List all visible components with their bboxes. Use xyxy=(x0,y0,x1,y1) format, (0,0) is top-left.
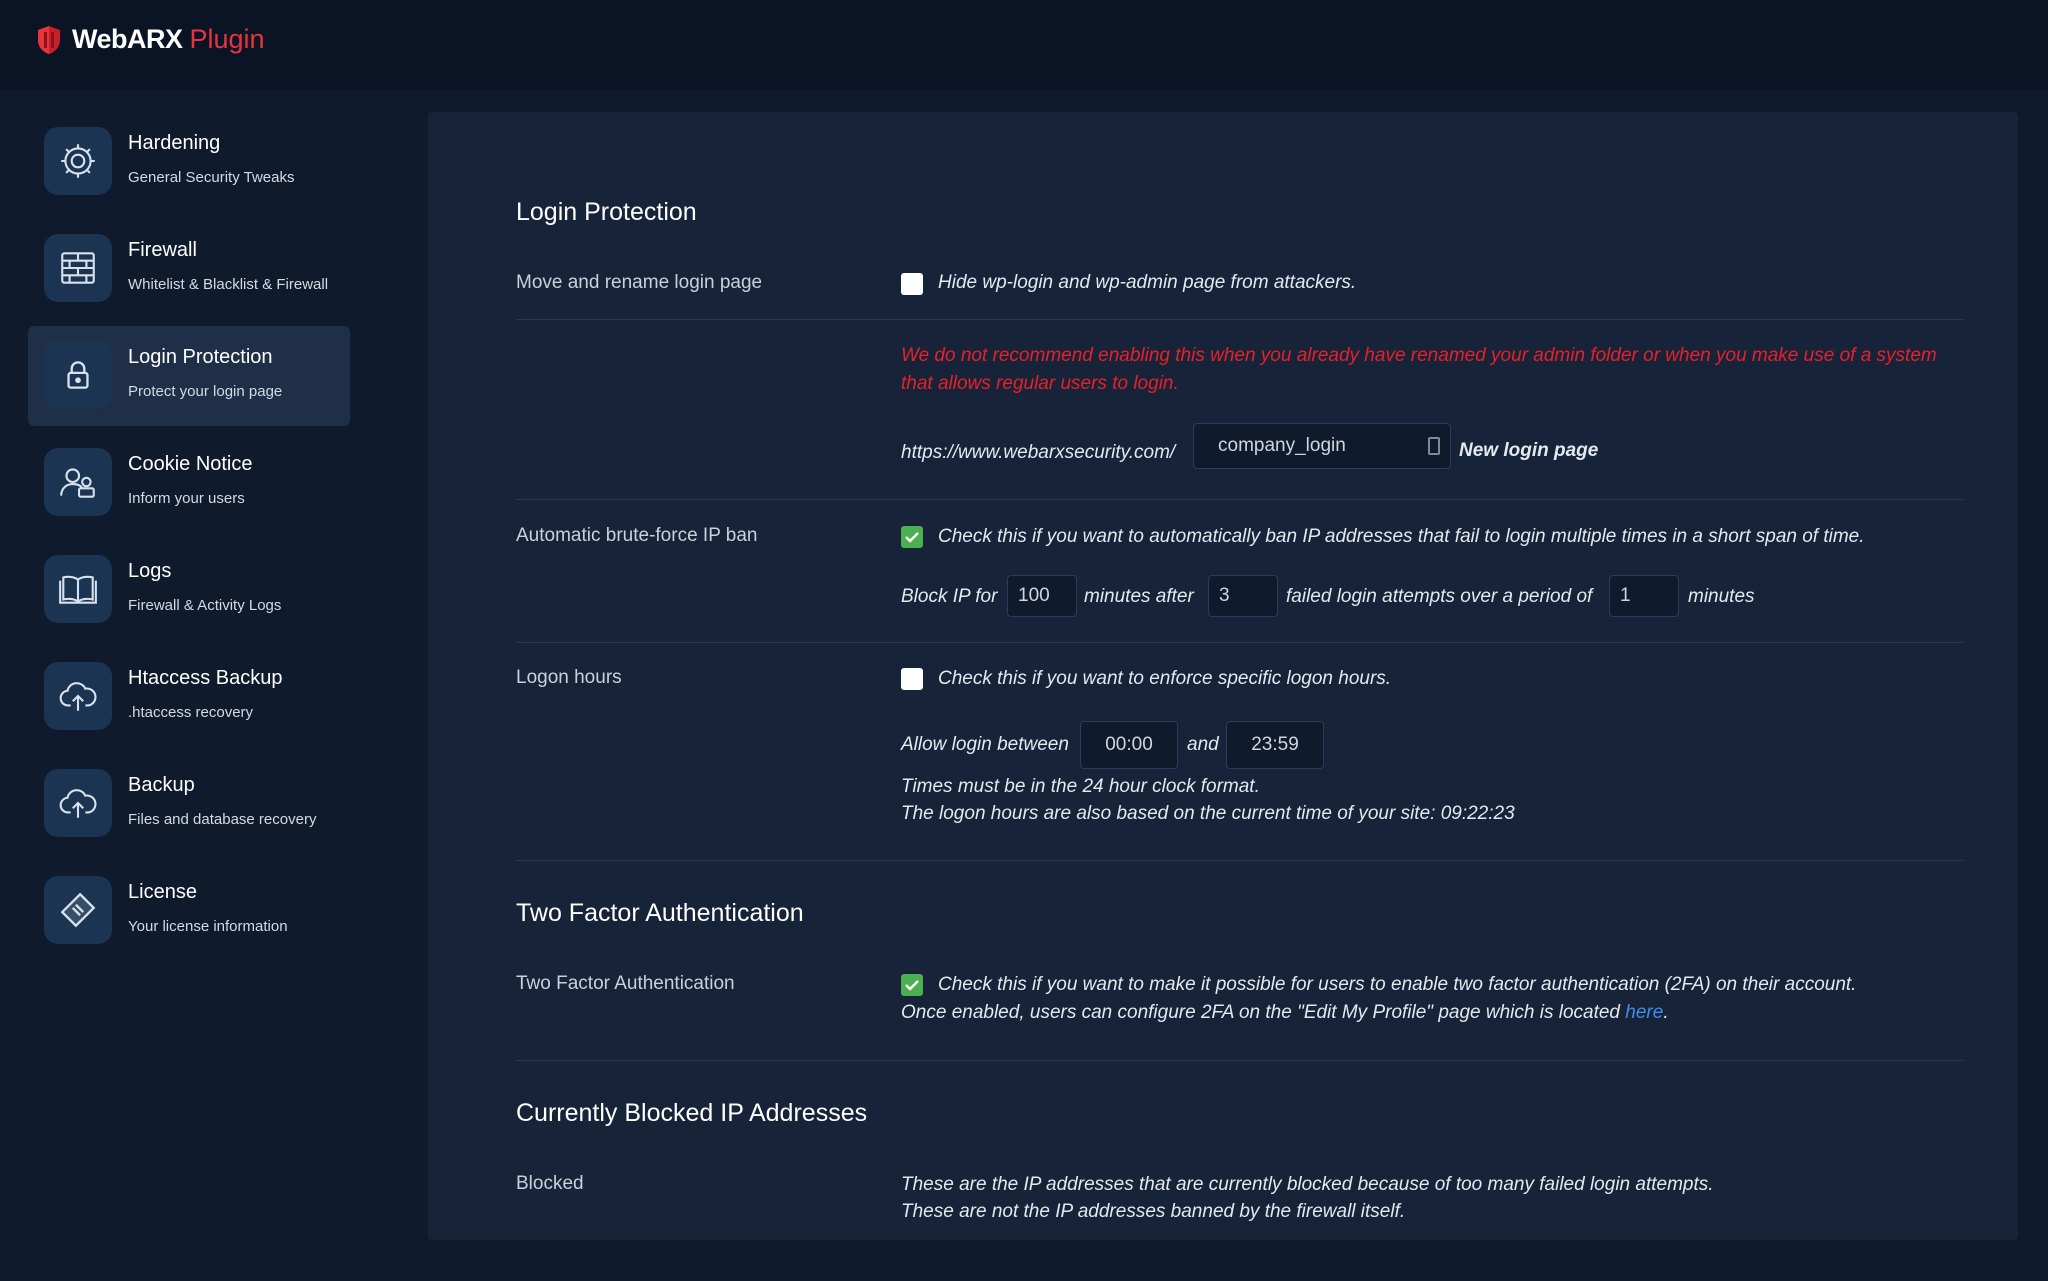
sidebar-item-license[interactable]: License Your license information xyxy=(28,861,350,961)
sidebar-item-title: Login Protection xyxy=(128,346,273,368)
sidebar-item-firewall[interactable]: Firewall Whitelist & Blacklist & Firewal… xyxy=(28,219,350,319)
checkmark-icon xyxy=(905,532,919,543)
shield-logo-icon xyxy=(38,25,60,54)
logo-accent: Plugin xyxy=(189,24,265,54)
divider xyxy=(516,642,1963,643)
divider xyxy=(516,860,1963,861)
section-title-two-factor: Two Factor Authentication xyxy=(516,899,804,927)
login-slug-value: company_login xyxy=(1218,435,1346,456)
two-factor-note-suffix: . xyxy=(1663,1002,1669,1023)
minutes-after-label: minutes after xyxy=(1084,586,1194,607)
login-slug-input[interactable]: company_login xyxy=(1193,423,1451,469)
logo[interactable]: WebARX Plugin xyxy=(36,24,265,55)
password-manager-icon[interactable] xyxy=(1428,437,1440,455)
checkmark-icon xyxy=(905,980,919,991)
users-icon xyxy=(44,448,112,516)
sidebar-item-title: Htaccess Backup xyxy=(128,667,283,689)
two-factor-checkbox-text: Check this if you want to make it possib… xyxy=(938,974,1857,995)
sidebar-item-subtitle: Firewall & Activity Logs xyxy=(128,597,282,614)
blocked-label: Blocked xyxy=(516,1173,584,1194)
sidebar-item-title: Backup xyxy=(128,774,195,796)
logon-start-input[interactable]: 00:00 xyxy=(1080,721,1178,769)
sidebar: Hardening General Security Tweaks Firewa… xyxy=(28,112,350,968)
sidebar-item-subtitle: Files and database recovery xyxy=(128,811,317,828)
section-title-login-protection: Login Protection xyxy=(516,198,697,226)
block-ip-for-label: Block IP for xyxy=(901,586,998,607)
and-label: and xyxy=(1187,734,1219,755)
sidebar-item-hardening[interactable]: Hardening General Security Tweaks xyxy=(28,112,350,212)
sidebar-item-cookie-notice[interactable]: Cookie Notice Inform your users xyxy=(28,433,350,533)
logon-end-input[interactable]: 23:59 xyxy=(1226,721,1324,769)
gear-icon xyxy=(44,127,112,195)
sidebar-item-backup[interactable]: Backup Files and database recovery xyxy=(28,754,350,854)
sidebar-item-login-protection[interactable]: Login Protection Protect your login page xyxy=(28,326,350,426)
two-factor-checkbox[interactable] xyxy=(901,974,923,996)
logon-hours-checkbox-text: Check this if you want to enforce specif… xyxy=(938,668,1392,689)
sidebar-item-subtitle: Whitelist & Blacklist & Firewall xyxy=(128,276,329,293)
divider xyxy=(516,499,1963,500)
bruteforce-checkbox-text: Check this if you want to automatically … xyxy=(938,526,1865,547)
hide-login-checkbox[interactable] xyxy=(901,273,923,295)
two-factor-label: Two Factor Authentication xyxy=(516,973,735,994)
login-url-prefix: https://www.webarxsecurity.com/ xyxy=(901,442,1176,463)
period-input[interactable]: 1 xyxy=(1609,575,1679,617)
top-bar: WebARX Plugin xyxy=(0,0,2048,90)
logon-hours-note-format: Times must be in the 24 hour clock forma… xyxy=(901,776,1260,797)
minutes-label: minutes xyxy=(1688,586,1755,607)
logon-hours-note-site-time: The logon hours are also based on the cu… xyxy=(901,803,1515,824)
sidebar-item-subtitle: .htaccess recovery xyxy=(128,704,254,721)
blocked-note-2: These are not the IP addresses banned by… xyxy=(901,1201,1406,1222)
two-factor-note: Once enabled, users can configure 2FA on… xyxy=(901,1002,1669,1024)
rename-warning: We do not recommend enabling this when y… xyxy=(901,345,1937,394)
lock-icon xyxy=(44,341,112,409)
rename-login-label: Move and rename login page xyxy=(516,272,763,293)
sidebar-item-subtitle: Protect your login page xyxy=(128,383,283,400)
new-login-page-label: New login page xyxy=(1459,440,1599,461)
sidebar-item-title: Logs xyxy=(128,560,172,582)
sidebar-item-title: Hardening xyxy=(128,132,221,154)
attempts-label: failed login attempts over a period of xyxy=(1286,586,1593,607)
logon-hours-checkbox[interactable] xyxy=(901,668,923,690)
allow-login-label: Allow login between xyxy=(901,734,1069,755)
sidebar-item-title: Cookie Notice xyxy=(128,453,253,475)
cloud-upload-icon xyxy=(44,662,112,730)
divider xyxy=(516,1060,1963,1061)
sidebar-item-htaccess-backup[interactable]: Htaccess Backup .htaccess recovery xyxy=(28,647,350,747)
hide-login-checkbox-text: Hide wp-login and wp-admin page from att… xyxy=(938,272,1357,293)
edit-profile-link[interactable]: here xyxy=(1625,1002,1663,1023)
cloud-upload-icon xyxy=(44,769,112,837)
book-icon xyxy=(44,555,112,623)
logon-hours-label: Logon hours xyxy=(516,667,622,688)
bruteforce-label: Automatic brute-force IP ban xyxy=(516,525,758,546)
block-minutes-input[interactable]: 100 xyxy=(1007,575,1077,617)
ticket-icon xyxy=(44,876,112,944)
sidebar-item-title: Firewall xyxy=(128,239,197,261)
bruteforce-checkbox[interactable] xyxy=(901,526,923,548)
sidebar-item-logs[interactable]: Logs Firewall & Activity Logs xyxy=(28,540,350,640)
attempts-input[interactable]: 3 xyxy=(1208,575,1278,617)
section-title-blocked-ips: Currently Blocked IP Addresses xyxy=(516,1099,868,1127)
blocked-note-1: These are the IP addresses that are curr… xyxy=(901,1174,1714,1195)
brick-wall-icon xyxy=(44,234,112,302)
divider xyxy=(516,319,1963,320)
two-factor-note-text: Once enabled, users can configure 2FA on… xyxy=(901,1002,1626,1023)
sidebar-item-title: License xyxy=(128,881,197,903)
main-panel: Login Protection Move and rename login p… xyxy=(428,112,2018,1240)
sidebar-item-subtitle: Inform your users xyxy=(128,490,245,507)
sidebar-item-subtitle: General Security Tweaks xyxy=(128,169,295,186)
logo-name: WebARX xyxy=(72,24,183,54)
sidebar-item-subtitle: Your license information xyxy=(128,918,288,935)
